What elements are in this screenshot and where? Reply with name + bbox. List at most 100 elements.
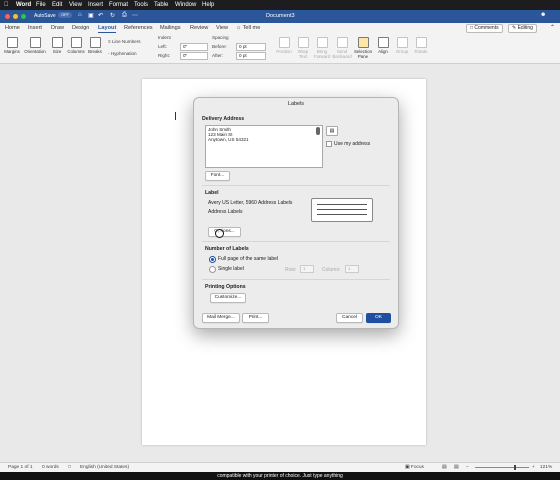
- align-label: Align: [378, 49, 388, 54]
- tab-insert[interactable]: Insert: [28, 25, 42, 31]
- ok-button[interactable]: OK: [366, 313, 391, 323]
- label-product-name: Avery US Letter, 5960 Address Labels: [208, 200, 293, 206]
- more-icon[interactable]: ⋯: [132, 12, 138, 19]
- apple-icon[interactable]: : [4, 2, 9, 8]
- view-mode-icon[interactable]: ▤: [454, 465, 459, 470]
- margins-button[interactable]: Margins: [3, 37, 21, 54]
- autosave-toggle[interactable]: OFF: [58, 12, 72, 18]
- group-label: Group: [395, 49, 409, 54]
- wrap-text-button[interactable]: Wrap Text: [294, 37, 312, 59]
- divider-2: [202, 241, 390, 242]
- undo-icon[interactable]: ↶: [98, 12, 103, 19]
- tab-view[interactable]: View: [216, 25, 228, 31]
- full-page-radio[interactable]: [209, 256, 216, 263]
- bring-forward-button[interactable]: Bring Forward: [313, 37, 331, 59]
- label-type: Address Labels: [208, 209, 243, 215]
- redo-icon[interactable]: ↻: [110, 12, 115, 19]
- columns-button[interactable]: Columns: [66, 37, 86, 54]
- breaks-button[interactable]: Breaks: [87, 37, 103, 54]
- share-icon[interactable]: ☻: [540, 12, 546, 18]
- menu-tools[interactable]: Tools: [134, 2, 148, 8]
- mail-merge-button[interactable]: Mail Merge...: [202, 313, 240, 323]
- title-bar: AutoSave OFF ⌂ ▣ ↶ ↻ ⎙ ⋯ Document3 ☻: [0, 10, 560, 23]
- delivery-address-textbox[interactable]: John Smith 123 Main St Anytown, US 54321: [205, 125, 323, 168]
- tab-mailings[interactable]: Mailings: [160, 25, 181, 31]
- page-count[interactable]: Page 1 of 1: [8, 465, 33, 470]
- indent-left-field[interactable]: 0": [180, 43, 208, 51]
- ribbon-collapse-icon[interactable]: ⌃: [550, 24, 555, 31]
- menu-app-name[interactable]: Word: [16, 2, 31, 8]
- zoom-slider[interactable]: [475, 467, 529, 468]
- rotate-button[interactable]: Rotate: [412, 37, 430, 54]
- zoom-in-icon[interactable]: +: [532, 465, 535, 470]
- word-count[interactable]: 0 words: [42, 465, 59, 470]
- tab-references[interactable]: References: [124, 25, 153, 31]
- save-icon[interactable]: ▣: [88, 12, 94, 19]
- line-numbers-icon: ≡: [108, 39, 111, 44]
- orientation-button[interactable]: Orientation: [22, 37, 48, 54]
- tab-home[interactable]: Home: [5, 25, 20, 31]
- proofing-icon[interactable]: □: [68, 465, 71, 470]
- zoom-window-button[interactable]: [21, 14, 26, 19]
- position-label: Position: [276, 49, 292, 54]
- selection-pane-button[interactable]: Selection Pane: [353, 37, 373, 59]
- address-scrollbar[interactable]: [316, 127, 320, 135]
- tab-draw[interactable]: Draw: [51, 25, 64, 31]
- menu-table[interactable]: Table: [154, 2, 168, 8]
- hyphenation-icon: ‐: [108, 51, 110, 56]
- caption-text: compatible with your printer of choice. …: [0, 472, 560, 480]
- menu-help[interactable]: Help: [202, 2, 214, 8]
- print-button[interactable]: Print...: [242, 313, 269, 323]
- column-value: 1: [348, 266, 351, 271]
- line-numbers-button[interactable]: ≡ Line Numbers: [108, 39, 141, 44]
- focus-icon: ▣: [405, 465, 410, 470]
- editing-label: Editing: [517, 25, 533, 31]
- minimize-window-button[interactable]: [13, 14, 18, 19]
- font-button[interactable]: Font...: [205, 171, 230, 181]
- label-preview[interactable]: [311, 198, 373, 222]
- zoom-slider-thumb[interactable]: [514, 465, 516, 470]
- focus-mode-button[interactable]: ▣ Focus: [405, 465, 424, 470]
- tab-tell-me[interactable]: ☼ Tell me: [236, 25, 260, 31]
- tab-design[interactable]: Design: [72, 25, 89, 31]
- columns-icon: [70, 37, 82, 48]
- menu-file[interactable]: File: [36, 2, 46, 8]
- print-icon[interactable]: ⎙: [122, 12, 127, 19]
- align-icon: [377, 37, 389, 48]
- group-button[interactable]: Group: [393, 37, 411, 54]
- single-label-radio[interactable]: [209, 266, 216, 273]
- home-icon[interactable]: ⌂: [78, 12, 82, 18]
- align-button[interactable]: Align: [375, 37, 391, 54]
- menu-view[interactable]: View: [69, 2, 82, 8]
- send-backward-button[interactable]: Send Backward: [332, 37, 352, 59]
- hyphenation-button[interactable]: ‐ Hyphenation: [108, 51, 137, 56]
- tab-review[interactable]: Review: [190, 25, 208, 31]
- indent-right-field[interactable]: 0": [180, 52, 208, 60]
- columns-label: Columns: [67, 49, 85, 54]
- menu-window[interactable]: Window: [175, 2, 196, 8]
- column-stepper[interactable]: 1: [345, 265, 359, 273]
- zoom-level[interactable]: 121%: [540, 465, 552, 470]
- use-my-address-checkbox[interactable]: [326, 141, 332, 147]
- zoom-out-icon[interactable]: −: [466, 465, 469, 470]
- address-book-icon[interactable]: ▤: [326, 126, 338, 136]
- language-indicator[interactable]: English (United States): [80, 465, 129, 470]
- editing-button[interactable]: ✎ Editing: [508, 24, 537, 33]
- menu-insert[interactable]: Insert: [88, 2, 103, 8]
- comments-button[interactable]: □ Comments: [466, 24, 503, 33]
- cancel-button[interactable]: Cancel: [336, 313, 363, 323]
- customize-button[interactable]: Customize...: [210, 293, 246, 303]
- menu-format[interactable]: Format: [109, 2, 128, 8]
- menu-edit[interactable]: Edit: [52, 2, 62, 8]
- ribbon-tabs: Home Insert Draw Design Layout Reference…: [0, 23, 560, 34]
- close-window-button[interactable]: [5, 14, 10, 19]
- size-button[interactable]: Size: [50, 37, 64, 54]
- position-button[interactable]: Position: [274, 37, 294, 54]
- spacing-before-field[interactable]: 0 pt: [236, 43, 266, 51]
- row-stepper[interactable]: 1: [300, 265, 314, 273]
- options-button[interactable]: Options...: [208, 227, 241, 237]
- view-mode-icon[interactable]: ▤: [442, 465, 447, 470]
- spacing-after-field[interactable]: 0 pt: [236, 52, 266, 60]
- labels-dialog: Labels Delivery Address John Smith 123 M…: [193, 97, 399, 329]
- tab-layout[interactable]: Layout: [98, 25, 117, 33]
